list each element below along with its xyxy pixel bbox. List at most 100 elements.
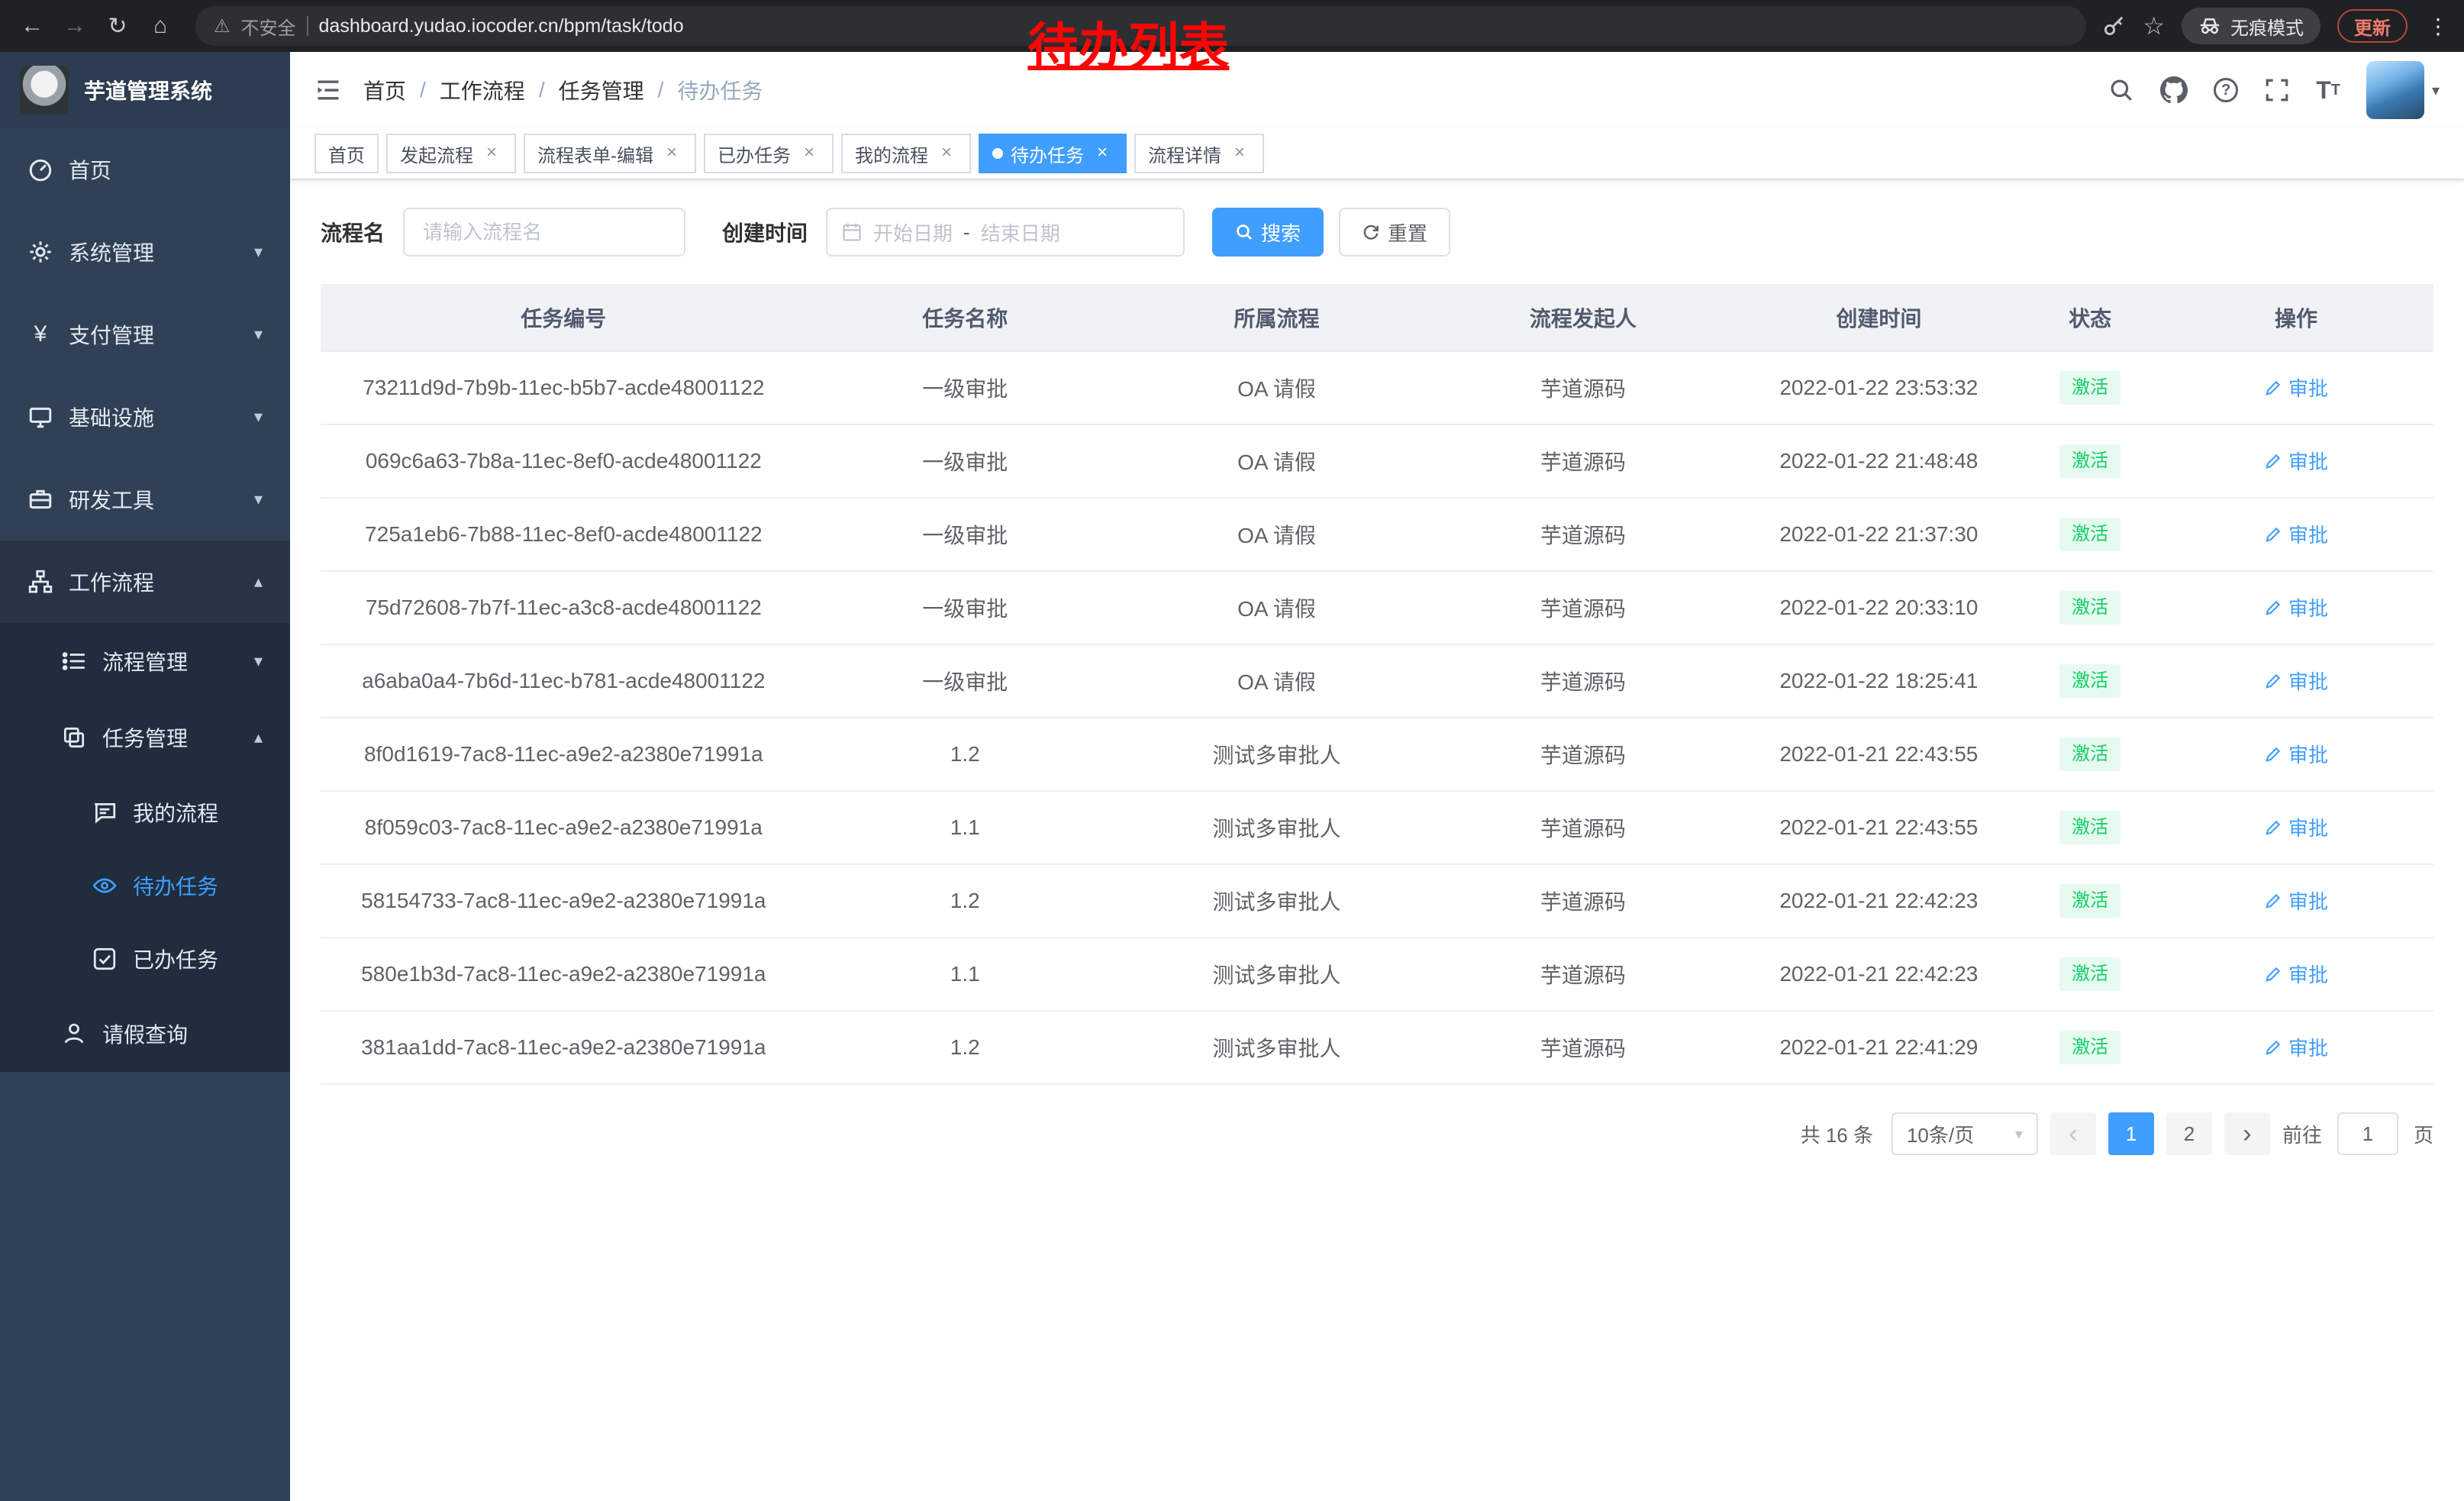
sidebar-item-done-tasks[interactable]: 已办任务 <box>0 922 290 996</box>
close-icon[interactable]: × <box>936 143 957 164</box>
approve-link[interactable]: 审批 <box>2264 813 2328 841</box>
page-button-1[interactable]: 1 <box>2108 1112 2154 1155</box>
user-avatar-menu[interactable]: ▾ <box>2366 61 2440 119</box>
tab-label: 已办任务 <box>718 140 791 167</box>
cell-task-name: 一级审批 <box>807 424 1124 498</box>
font-size-icon[interactable]: TT <box>2316 78 2340 102</box>
cell-task-name: 一级审批 <box>807 571 1124 644</box>
approve-link[interactable]: 审批 <box>2264 740 2328 768</box>
process-name-input[interactable] <box>403 208 685 257</box>
tab-done-tasks[interactable]: 已办任务 × <box>704 134 834 173</box>
prev-page-button[interactable]: ‹ <box>2050 1112 2096 1155</box>
sidebar-item-workflow[interactable]: 工作流程 ▴ <box>0 541 290 623</box>
incognito-badge: 无痕模式 <box>2182 8 2320 44</box>
table-row: 58154733-7ac8-11ec-a9e2-a2380e71991a 1.2… <box>321 864 2433 938</box>
tab-process-detail[interactable]: 流程详情× <box>1134 134 1264 173</box>
bookmark-star-icon[interactable]: ☆ <box>2143 11 2165 40</box>
github-icon[interactable] <box>2160 76 2188 104</box>
approve-link[interactable]: 审批 <box>2264 960 2328 988</box>
sidebar-item-process-management[interactable]: 流程管理 ▾ <box>0 623 290 699</box>
cell-process: 测试多审批人 <box>1124 718 1430 791</box>
cell-process: OA 请假 <box>1124 498 1430 571</box>
breadcrumb-item[interactable]: 工作流程 <box>440 75 525 105</box>
font-size-small-glyph: T <box>2331 81 2340 99</box>
security-label: 不安全 <box>241 13 296 40</box>
sidebar-item-infrastructure[interactable]: 基础设施 ▾ <box>0 376 290 458</box>
approve-link[interactable]: 审批 <box>2264 886 2328 915</box>
tab-start-process[interactable]: 发起流程 × <box>386 134 516 173</box>
user-avatar[interactable] <box>2366 61 2424 119</box>
goto-page-unit: 页 <box>2414 1120 2433 1148</box>
cell-create-time: 2022-01-22 23:53:32 <box>1737 351 2022 424</box>
tab-label: 发起流程 <box>400 140 473 167</box>
password-key-icon[interactable] <box>2101 14 2126 38</box>
close-icon[interactable]: × <box>798 143 820 164</box>
cell-starter: 芋道源码 <box>1430 864 1736 938</box>
goto-page-input[interactable] <box>2337 1112 2398 1155</box>
main-area: 首页 / 工作流程 / 任务管理 / 待办任务 ? <box>290 52 2464 1501</box>
help-icon[interactable]: ? <box>2214 78 2238 102</box>
close-icon[interactable]: × <box>1092 143 1113 164</box>
cell-task-name: 1.2 <box>807 864 1124 938</box>
cell-task-id: 8f0d1619-7ac8-11ec-a9e2-a2380e71991a <box>321 718 807 791</box>
page-button-2[interactable]: 2 <box>2166 1112 2212 1155</box>
cell-create-time: 2022-01-21 22:42:23 <box>1737 938 2022 1011</box>
close-icon[interactable]: × <box>481 143 502 164</box>
table-row: 381aa1dd-7ac8-11ec-a9e2-a2380e71991a 1.2… <box>321 1011 2433 1084</box>
cell-starter: 芋道源码 <box>1430 498 1736 571</box>
search-icon[interactable] <box>2108 77 2134 103</box>
cell-task-id: 8f059c03-7ac8-11ec-a9e2-a2380e71991a <box>321 791 807 864</box>
sidebar-item-system[interactable]: 系统管理 ▾ <box>0 211 290 293</box>
start-date-placeholder: 开始日期 <box>873 218 953 247</box>
tab-home[interactable]: 首页 <box>314 134 379 173</box>
date-range-picker[interactable]: 开始日期 - 结束日期 <box>826 208 1185 257</box>
breadcrumb-item[interactable]: 任务管理 <box>559 75 644 105</box>
status-badge: 激活 <box>2059 811 2121 844</box>
top-navbar: 首页 / 工作流程 / 任务管理 / 待办任务 ? <box>290 52 2464 128</box>
fullscreen-icon[interactable] <box>2264 77 2290 103</box>
cell-starter: 芋道源码 <box>1430 351 1736 424</box>
sidebar-item-task-management[interactable]: 任务管理 ▴ <box>0 699 290 776</box>
browser-menu-icon[interactable]: ⋮ <box>2424 14 2452 39</box>
approve-link[interactable]: 审批 <box>2264 447 2328 475</box>
reset-button[interactable]: 重置 <box>1339 208 1450 257</box>
next-page-button[interactable]: › <box>2224 1112 2270 1155</box>
sidebar-collapse-icon[interactable] <box>314 76 342 104</box>
sidebar-item-my-process[interactable]: 我的流程 <box>0 776 290 849</box>
browser-reload-button[interactable]: ↻ <box>98 6 137 46</box>
gear-icon <box>27 239 53 265</box>
yen-icon: ¥ <box>27 321 53 347</box>
app-title: 芋道管理系统 <box>84 75 212 105</box>
sidebar-item-todo-tasks[interactable]: 待办任务 <box>0 849 290 922</box>
tab-label: 首页 <box>328 140 365 167</box>
edit-icon <box>2264 892 2282 910</box>
approve-link[interactable]: 审批 <box>2264 1033 2328 1061</box>
approve-link[interactable]: 审批 <box>2264 667 2328 695</box>
sidebar-item-devtools[interactable]: 研发工具 ▾ <box>0 458 290 541</box>
tab-todo-tasks[interactable]: 待办任务× <box>979 134 1127 173</box>
page-size-select[interactable]: 10条/页 ▾ <box>1892 1112 2038 1155</box>
status-badge: 激活 <box>2059 884 2121 918</box>
browser-update-button[interactable]: 更新 <box>2337 9 2408 43</box>
approve-link[interactable]: 审批 <box>2264 520 2328 548</box>
sidebar-item-home[interactable]: 首页 <box>0 128 290 211</box>
tab-process-form-edit[interactable]: 流程表单-编辑× <box>524 134 696 173</box>
status-badge: 激活 <box>2059 957 2121 991</box>
browser-home-button[interactable]: ⌂ <box>140 6 180 46</box>
sidebar-item-payment[interactable]: ¥ 支付管理 ▾ <box>0 293 290 376</box>
close-icon[interactable]: × <box>661 143 682 164</box>
browser-back-button[interactable]: ← <box>12 6 52 46</box>
eye-icon <box>92 873 118 899</box>
approve-link[interactable]: 审批 <box>2264 593 2328 621</box>
sidebar-item-leave-query[interactable]: 请假查询 <box>0 996 290 1072</box>
breadcrumb-separator: / <box>658 78 664 102</box>
approve-link[interactable]: 审批 <box>2264 373 2328 402</box>
chevron-down-icon: ▾ <box>254 489 263 509</box>
cell-task-id: 73211d9d-7b9b-11ec-b5b7-acde48001122 <box>321 351 807 424</box>
search-button[interactable]: 搜索 <box>1212 208 1324 257</box>
breadcrumb-item[interactable]: 首页 <box>363 75 406 105</box>
browser-forward-button[interactable]: → <box>55 6 95 46</box>
tab-my-process[interactable]: 我的流程× <box>841 134 971 173</box>
chat-icon <box>92 799 118 825</box>
close-icon[interactable]: × <box>1229 143 1250 164</box>
